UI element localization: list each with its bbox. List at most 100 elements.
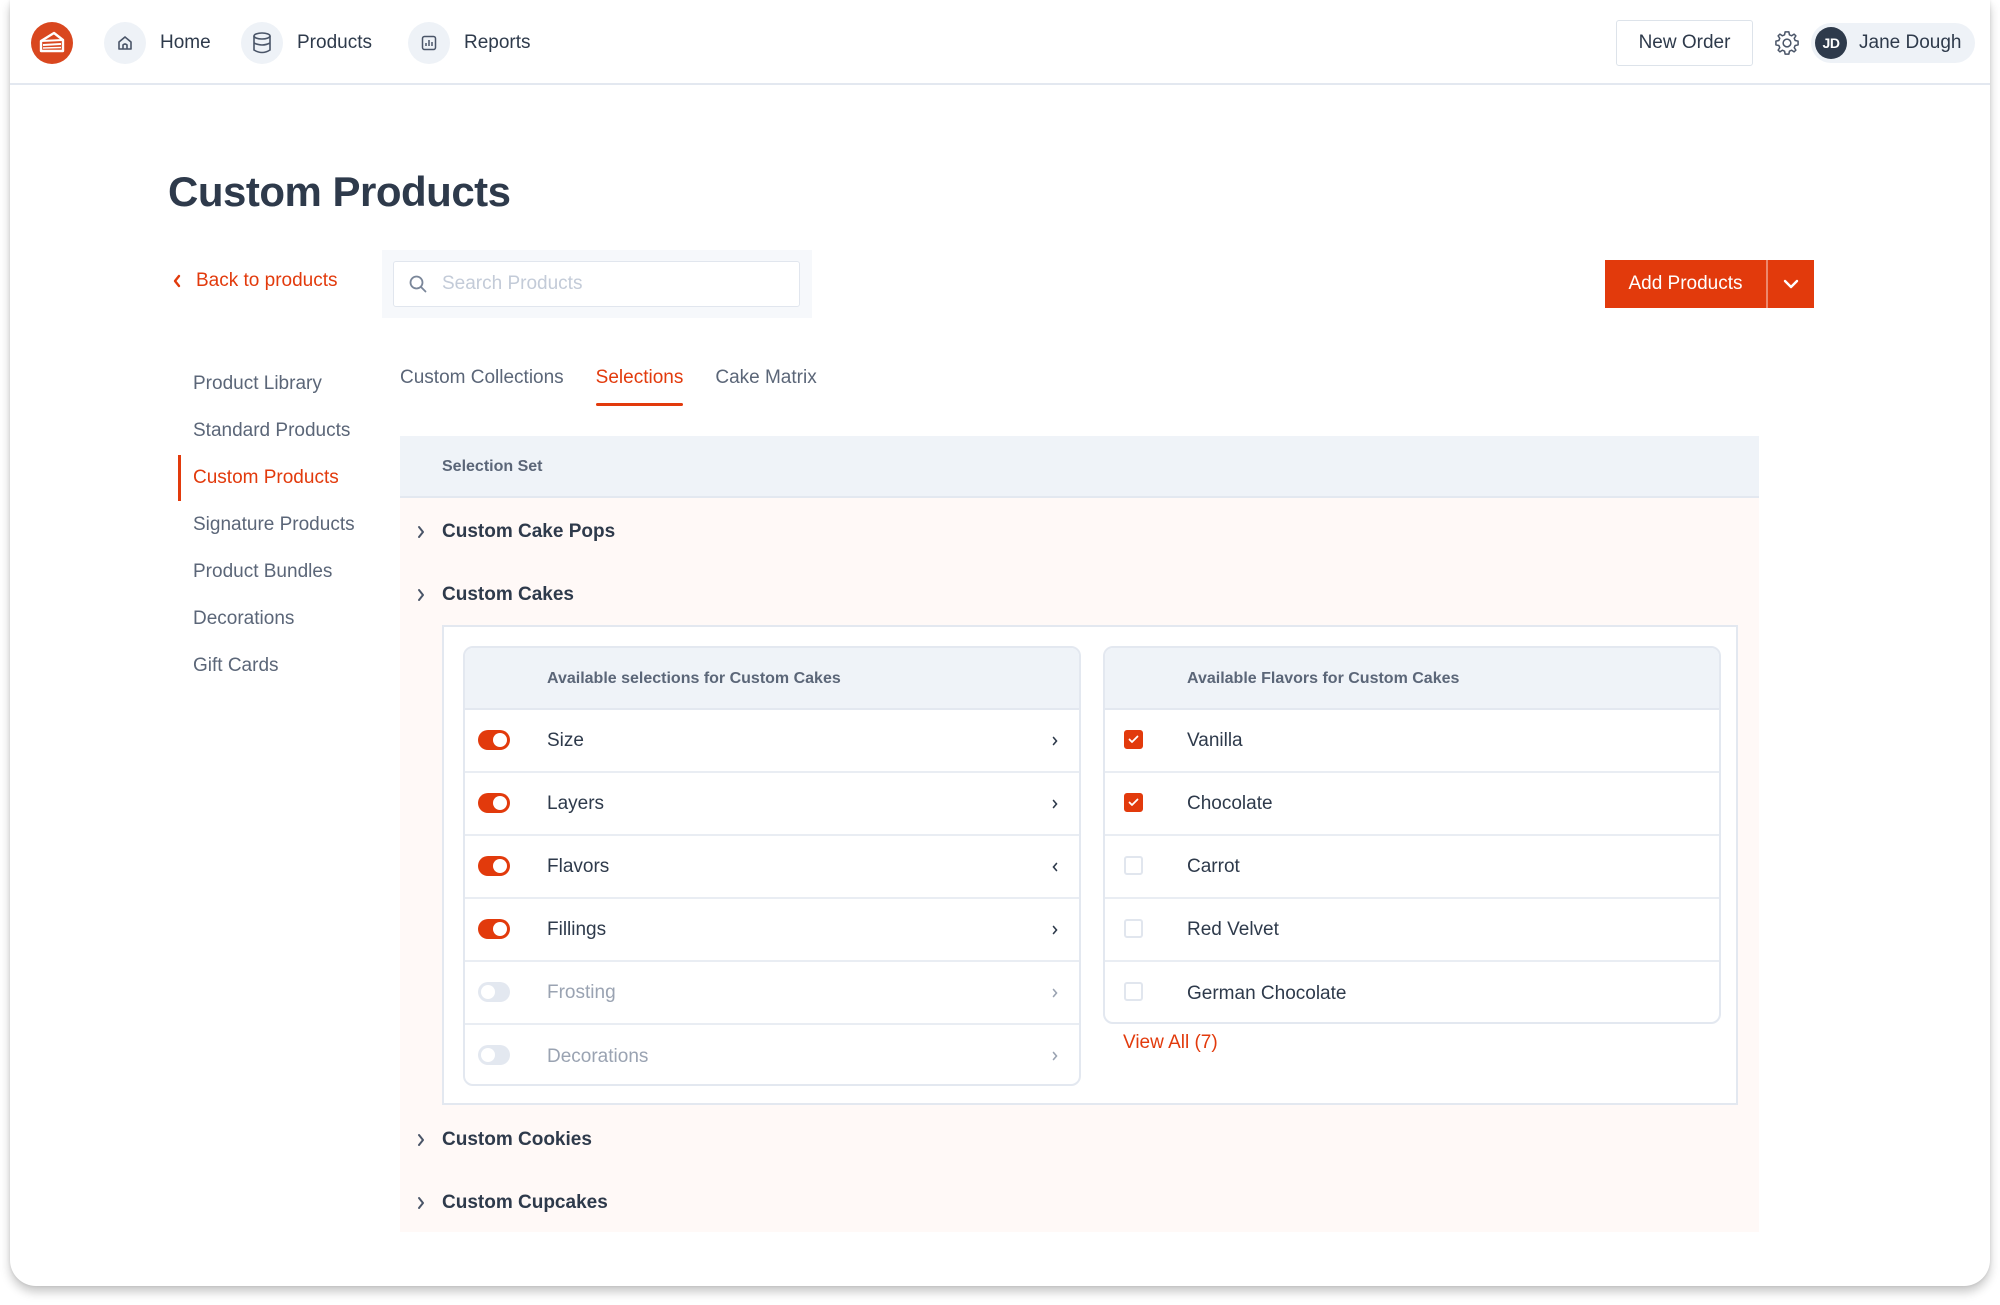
selection-row-fillings[interactable]: Fillings (465, 899, 1079, 962)
nav-reports-label: Reports (464, 32, 531, 53)
bar-chart-icon (408, 22, 450, 64)
sidebar: Product Library Standard Products Custom… (178, 360, 378, 689)
flavor-label: Red Velvet (1187, 918, 1279, 940)
chevron-left-icon[interactable] (1051, 862, 1059, 872)
selection-toggle[interactable] (478, 730, 510, 750)
chevron-right-icon[interactable] (1051, 988, 1059, 998)
selection-label: Frosting (547, 981, 616, 1003)
add-products-dropdown-button[interactable] (1766, 260, 1814, 308)
check-icon (1128, 798, 1139, 806)
back-to-products-link[interactable]: Back to products (172, 270, 338, 292)
flavor-row-carrot[interactable]: Carrot (1105, 836, 1719, 899)
view-all-flavors-link[interactable]: View All (7) (1123, 1032, 1218, 1054)
selection-label: Size (547, 729, 584, 751)
tab-cake-matrix[interactable]: Cake Matrix (715, 360, 816, 406)
selection-row-flavors[interactable]: Flavors (465, 836, 1079, 899)
selection-label: Layers (547, 792, 605, 814)
group-label: Custom Cupcakes (442, 1192, 608, 1213)
selection-row-decorations[interactable]: Decorations (465, 1025, 1079, 1084)
flavor-row-chocolate[interactable]: Chocolate (1105, 773, 1719, 836)
selection-set-header: Selection Set (400, 436, 1759, 498)
custom-cakes-details: Available selections for Custom Cakes Si… (442, 625, 1738, 1105)
chevron-left-icon (173, 274, 181, 288)
sidebar-item-signature-products[interactable]: Signature Products (178, 501, 378, 548)
chevron-right-icon[interactable] (1051, 799, 1059, 809)
add-products-split-button: Add Products (1605, 260, 1814, 308)
nav-home[interactable]: Home (104, 22, 211, 64)
flavor-label: Chocolate (1187, 792, 1273, 814)
selection-label: Flavors (547, 855, 610, 877)
selection-set-table: Selection Set Custom Cake Pops Custom Ca… (400, 436, 1759, 1232)
flavor-row-vanilla[interactable]: Vanilla (1105, 710, 1719, 773)
group-row-custom-cupcakes[interactable]: Custom Cupcakes (400, 1188, 608, 1218)
selection-toggle[interactable] (478, 793, 510, 813)
new-order-button[interactable]: New Order (1616, 20, 1753, 66)
selection-row-frosting[interactable]: Frosting (465, 962, 1079, 1025)
chevron-right-icon (418, 1197, 424, 1209)
nav-products[interactable]: Products (241, 22, 372, 64)
group-row-custom-cookies[interactable]: Custom Cookies (400, 1125, 592, 1155)
tab-custom-collections[interactable]: Custom Collections (400, 360, 564, 406)
selections-panel: Available selections for Custom Cakes Si… (463, 646, 1081, 1086)
flavor-checkbox[interactable] (1124, 730, 1143, 749)
sidebar-item-custom-products[interactable]: Custom Products (178, 454, 378, 501)
nav-reports[interactable]: Reports (408, 22, 531, 64)
back-link-label: Back to products (196, 270, 338, 291)
avatar: JD (1815, 27, 1847, 59)
flavor-checkbox[interactable] (1124, 793, 1143, 812)
tab-selections[interactable]: Selections (595, 360, 683, 406)
search-container (382, 250, 812, 318)
group-label: Custom Cakes (442, 584, 574, 605)
sidebar-item-product-library[interactable]: Product Library (178, 360, 378, 407)
flavor-checkbox[interactable] (1124, 919, 1143, 938)
database-icon (241, 22, 283, 64)
sidebar-item-product-bundles[interactable]: Product Bundles (178, 548, 378, 595)
chevron-right-icon (418, 589, 424, 601)
selection-row-size[interactable]: Size (465, 710, 1079, 773)
chevron-down-icon (1783, 279, 1799, 289)
group-label: Custom Cake Pops (442, 521, 616, 542)
flavor-label: Vanilla (1187, 729, 1243, 751)
flavor-label: German Chocolate (1187, 982, 1347, 1004)
tab-bar: Custom Collections Selections Cake Matri… (400, 360, 849, 406)
flavor-label: Carrot (1187, 855, 1240, 877)
chevron-right-icon[interactable] (1051, 1051, 1059, 1061)
sidebar-item-standard-products[interactable]: Standard Products (178, 407, 378, 454)
gear-icon[interactable] (1773, 29, 1801, 57)
user-name: Jane Dough (1859, 32, 1962, 53)
search-input[interactable] (442, 273, 772, 295)
flavor-checkbox[interactable] (1124, 982, 1143, 1001)
chevron-right-icon[interactable] (1051, 925, 1059, 935)
search-field[interactable] (393, 261, 800, 307)
nav-products-label: Products (297, 32, 372, 53)
flavor-checkbox[interactable] (1124, 856, 1143, 875)
chevron-right-icon (418, 526, 424, 538)
add-products-button[interactable]: Add Products (1605, 260, 1766, 308)
home-icon (104, 22, 146, 64)
group-row-custom-cakes[interactable]: Custom Cakes (400, 580, 574, 610)
sidebar-item-gift-cards[interactable]: Gift Cards (178, 642, 378, 689)
selection-row-layers[interactable]: Layers (465, 773, 1079, 836)
selection-label: Decorations (547, 1045, 649, 1067)
selection-label: Fillings (547, 918, 607, 940)
top-navigation: Home Products Reports New Order JD Jane … (10, 0, 1990, 85)
flavor-row-german-chocolate[interactable]: German Chocolate (1105, 962, 1719, 1022)
group-row-custom-cake-pops[interactable]: Custom Cake Pops (400, 517, 615, 547)
flavors-panel: Available Flavors for Custom Cakes Vanil… (1103, 646, 1721, 1024)
nav-home-label: Home (160, 32, 211, 53)
flavor-row-red-velvet[interactable]: Red Velvet (1105, 899, 1719, 962)
selection-toggle[interactable] (478, 982, 510, 1002)
sidebar-item-decorations[interactable]: Decorations (178, 595, 378, 642)
selections-panel-header: Available selections for Custom Cakes (465, 648, 1079, 710)
check-icon (1128, 735, 1139, 743)
chevron-right-icon[interactable] (1051, 736, 1059, 746)
selection-toggle[interactable] (478, 919, 510, 939)
selection-toggle[interactable] (478, 856, 510, 876)
group-label: Custom Cookies (442, 1129, 592, 1150)
selection-toggle[interactable] (478, 1045, 510, 1065)
cake-slice-icon[interactable] (31, 22, 73, 64)
app-window: Home Products Reports New Order JD Jane … (10, 0, 1990, 1286)
chevron-right-icon (418, 1134, 424, 1146)
flavors-panel-header: Available Flavors for Custom Cakes (1105, 648, 1719, 710)
user-menu[interactable]: JD Jane Dough (1811, 23, 1975, 63)
